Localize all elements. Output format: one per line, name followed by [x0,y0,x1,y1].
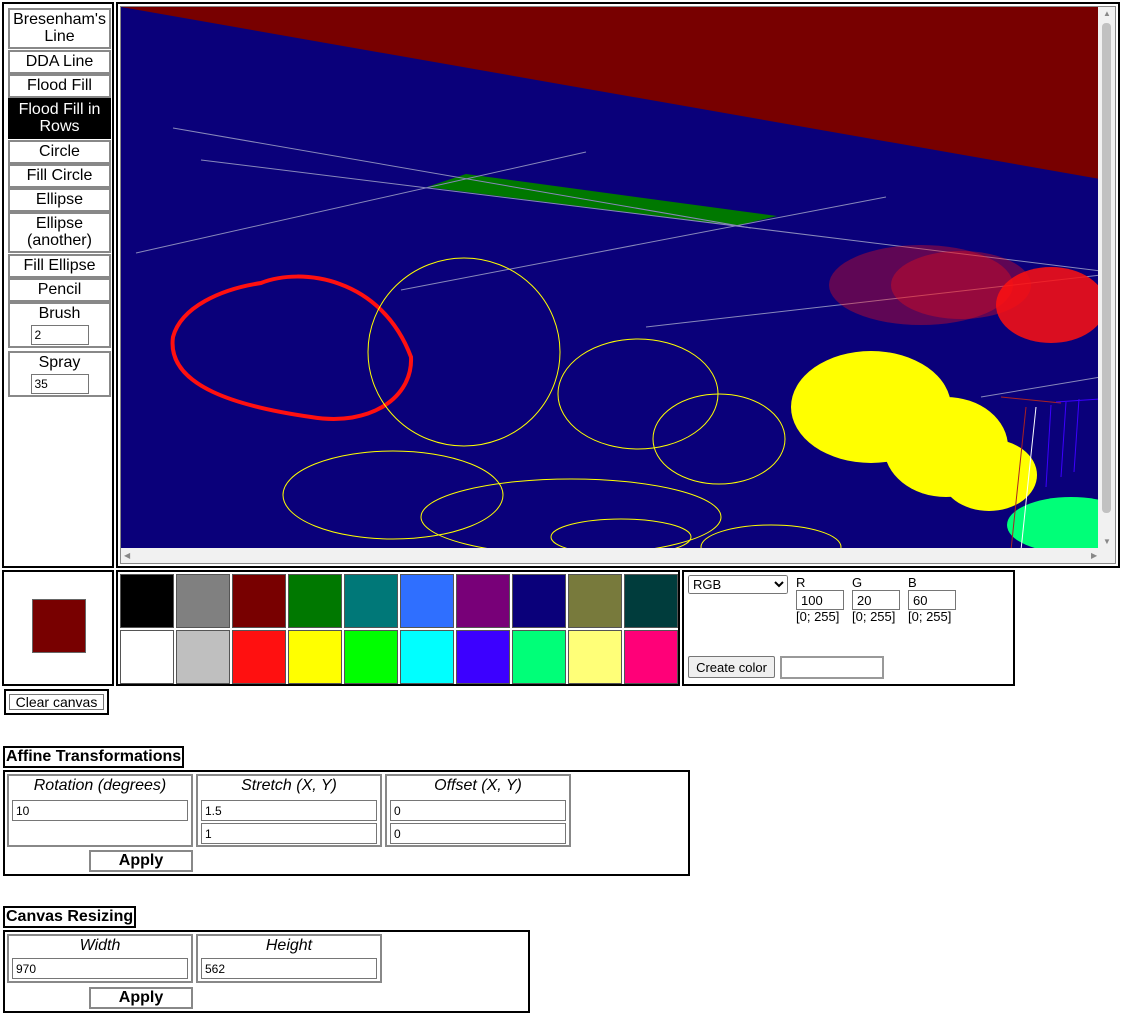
scroll-right-icon[interactable]: ▶ [1091,552,1097,560]
scroll-up-icon[interactable]: ▲ [1103,10,1111,18]
tool-fill-ellipse[interactable]: Fill Ellipse [8,254,111,278]
width-label: Width [79,937,121,954]
clear-canvas-wrap: Clear canvas [4,689,109,715]
affine-panel: Rotation (degrees) Stretch (X, Y) Offset… [3,770,690,876]
channel-g-input[interactable] [852,590,900,610]
height-field: Height [196,934,382,983]
brush-size-input[interactable] [30,325,89,345]
affine-apply-button[interactable]: Apply [89,850,193,872]
horizontal-scrollbar[interactable]: ◀ ▶ [121,548,1115,563]
new-color-preview [780,656,884,679]
palette-swatch[interactable] [456,574,510,628]
tool-panel: Bresenham's Line DDA Line Flood Fill Flo… [2,2,114,568]
current-color-swatch [32,599,86,653]
palette-swatch[interactable] [176,574,230,628]
affine-title: Affine Transformations [3,746,185,768]
scroll-down-icon[interactable]: ▼ [1103,538,1111,546]
palette-swatch[interactable] [624,630,678,684]
stretch-x-input[interactable] [201,800,377,821]
channel-r-range: [0; 255] [796,609,840,624]
palette-swatch[interactable] [568,574,622,628]
channel-g: G [0; 255] [852,576,902,624]
rotation-input[interactable] [12,800,188,821]
rotation-label: Rotation (degrees) [33,777,167,794]
tool-fill-circle[interactable]: Fill Circle [8,164,111,188]
stretch-y-input[interactable] [201,823,377,844]
tool-flood-fill-rows[interactable]: Flood Fill in Rows [8,98,111,139]
channel-r: R [0; 255] [796,576,846,624]
channel-b-range: [0; 255] [908,609,952,624]
vertical-scrollbar[interactable]: ▲ ▼ [1098,7,1115,549]
channel-b-label: B [908,575,917,590]
clear-canvas-button[interactable]: Clear canvas [9,694,104,710]
tool-ellipse[interactable]: Ellipse [8,188,111,212]
canvas-viewport: ▲ ▼ ◀ ▶ [120,6,1116,564]
drawing-canvas[interactable] [121,7,1100,550]
tool-flood-fill[interactable]: Flood Fill [8,74,111,98]
spray-size-input[interactable] [30,374,89,394]
palette-swatch[interactable] [232,574,286,628]
tool-spray-label: Spray [38,354,81,371]
offset-y-input[interactable] [390,823,566,844]
scroll-left-icon[interactable]: ◀ [124,552,130,560]
current-color-panel [2,570,114,686]
offset-field: Offset (X, Y) [385,774,571,847]
channel-b: B [0; 255] [908,576,958,624]
palette-swatch[interactable] [512,630,566,684]
resize-title: Canvas Resizing [3,906,137,928]
palette-swatch[interactable] [120,574,174,628]
offset-x-input[interactable] [390,800,566,821]
channel-g-label: G [852,575,863,590]
palette-swatch[interactable] [400,574,454,628]
tool-dda-line[interactable]: DDA Line [8,50,111,74]
height-label: Height [265,937,313,954]
palette-swatch[interactable] [512,574,566,628]
channel-r-input[interactable] [796,590,844,610]
tool-brush-label: Brush [38,305,81,322]
channel-g-range: [0; 255] [852,609,896,624]
palette-swatch[interactable] [288,574,342,628]
color-palette [116,570,680,686]
palette-swatch[interactable] [344,574,398,628]
height-input[interactable] [201,958,377,979]
palette-swatch[interactable] [568,630,622,684]
palette-swatch[interactable] [624,574,678,628]
rotation-field: Rotation (degrees) [7,774,193,847]
palette-swatch[interactable] [344,630,398,684]
channel-r-label: R [796,575,806,590]
resize-panel: Width Height Apply [3,930,530,1013]
palette-swatch[interactable] [456,630,510,684]
palette-swatch[interactable] [176,630,230,684]
tool-ellipse-another[interactable]: Ellipse (another) [8,212,111,253]
vertical-scroll-thumb[interactable] [1102,23,1111,513]
palette-swatch[interactable] [288,630,342,684]
stretch-field: Stretch (X, Y) [196,774,382,847]
color-picker: RGB R [0; 255] G [0; 255] B [0; 255] Cre… [682,570,1015,686]
color-mode-select[interactable]: RGB [688,575,788,594]
channel-b-input[interactable] [908,590,956,610]
tool-circle[interactable]: Circle [8,140,111,164]
offset-label: Offset (X, Y) [434,777,522,794]
tool-pencil[interactable]: Pencil [8,278,111,302]
tool-bresenham-line[interactable]: Bresenham's Line [8,8,111,49]
width-input[interactable] [12,958,188,979]
palette-swatch[interactable] [400,630,454,684]
tool-brush[interactable]: Brush [8,302,111,348]
stretch-label: Stretch (X, Y) [241,777,337,794]
palette-swatch[interactable] [120,630,174,684]
tool-spray[interactable]: Spray [8,351,111,397]
palette-swatch[interactable] [232,630,286,684]
width-field: Width [7,934,193,983]
canvas-frame: ▲ ▼ ◀ ▶ [116,2,1120,568]
resize-apply-button[interactable]: Apply [89,987,193,1009]
create-color-button[interactable]: Create color [688,656,775,678]
